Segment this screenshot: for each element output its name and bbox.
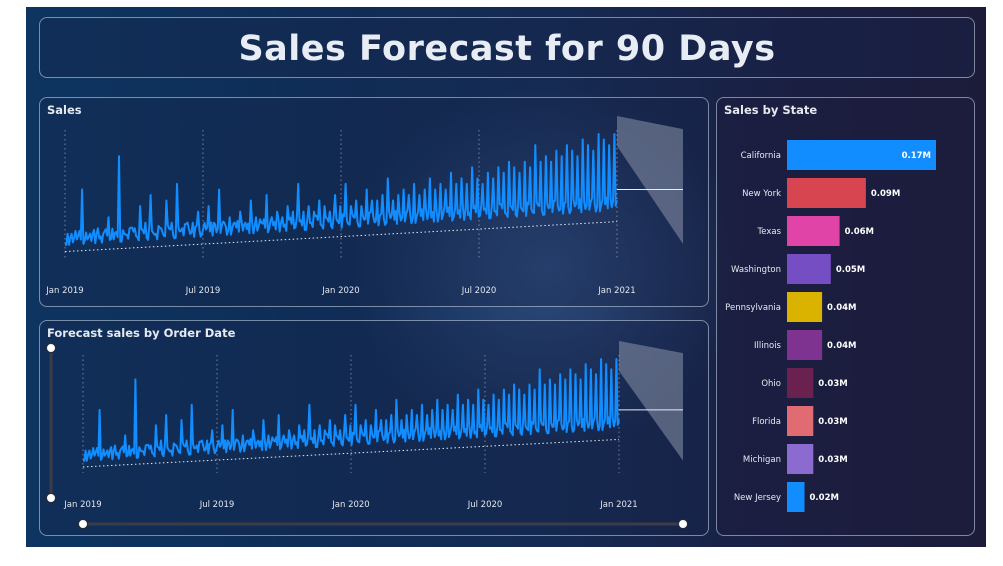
dashboard-canvas: Sales Forecast for 90 Days Sales Jan 201…	[26, 7, 986, 547]
bar-value-label: 0.03M	[818, 379, 847, 389]
bar-value-label: 0.04M	[827, 341, 856, 351]
bar-category-label: Washington	[731, 265, 781, 275]
state-bar-chart[interactable]: California 0.17M New York 0.09M Texas 0.06M Wa…	[717, 98, 976, 537]
x-range-slider-handle-start[interactable]	[78, 519, 88, 529]
x-tick-label: Jul 2020	[461, 286, 497, 296]
x-tick-label: Jan 2020	[321, 286, 359, 296]
state-chart-card[interactable]: Sales by State California 0.17M New York 0.…	[716, 97, 975, 536]
sales-chart-card[interactable]: Sales Jan 2019 Jul 2019 Jan 2020 Jul 2020 Ja…	[39, 97, 709, 307]
x-range-slider-handle-end[interactable]	[678, 519, 688, 529]
bar-category-label: California	[741, 151, 781, 161]
bar-value-label: 0.09M	[871, 189, 900, 199]
forecast-confidence-band	[617, 116, 683, 244]
bar-category-label: Ohio	[761, 379, 781, 389]
forecast-line-chart[interactable]: Jan 2019 Jul 2019 Jan 2020 Jul 2020 Jan 2021	[40, 321, 710, 537]
forecast-confidence-band	[619, 341, 683, 461]
bar-category-label: New Jersey	[734, 493, 781, 503]
bar-category-label: Florida	[752, 417, 781, 427]
state-bar[interactable]	[787, 254, 831, 284]
x-tick-label: Jan 2019	[45, 286, 83, 296]
state-bar[interactable]	[787, 330, 823, 360]
bar-value-label: 0.05M	[836, 265, 865, 275]
bar-value-label: 0.02M	[810, 493, 839, 503]
title-card: Sales Forecast for 90 Days	[39, 17, 975, 78]
x-tick-label: Jan 2019	[63, 500, 101, 510]
state-bar[interactable]	[787, 482, 805, 512]
bar-category-label: New York	[742, 189, 781, 199]
bar-value-label: 0.17M	[902, 151, 931, 161]
x-tick-label: Jan 2020	[331, 500, 369, 510]
x-tick-label: Jul 2019	[185, 286, 221, 296]
forecast-chart-card[interactable]: Forecast sales by Order Date Jan 2019 Jul…	[39, 320, 709, 536]
bar-category-label: Pennsylvania	[725, 303, 781, 313]
bar-category-label: Michigan	[743, 455, 781, 465]
bar-value-label: 0.06M	[845, 227, 874, 237]
page-title: Sales Forecast for 90 Days	[238, 29, 776, 69]
state-bar[interactable]	[787, 444, 814, 474]
state-bar[interactable]	[787, 406, 814, 436]
state-bar[interactable]	[787, 178, 866, 208]
state-bar[interactable]	[787, 292, 823, 322]
state-bar[interactable]	[787, 368, 814, 398]
x-tick-label: Jul 2020	[467, 500, 503, 510]
sales-line-chart[interactable]: Jan 2019 Jul 2019 Jan 2020 Jul 2020 Jan 2021	[40, 98, 710, 308]
y-range-slider-handle-top[interactable]	[46, 343, 56, 353]
x-tick-label: Jul 2019	[199, 500, 235, 510]
state-bar[interactable]	[787, 216, 840, 246]
bar-category-label: Texas	[757, 227, 782, 237]
bar-value-label: 0.03M	[818, 455, 847, 465]
bar-value-label: 0.03M	[818, 417, 847, 427]
y-range-slider-handle-bottom[interactable]	[46, 493, 56, 503]
x-tick-label: Jan 2021	[597, 286, 635, 296]
x-tick-label: Jan 2021	[599, 500, 637, 510]
bar-category-label: Illinois	[754, 341, 782, 351]
bar-value-label: 0.04M	[827, 303, 856, 313]
